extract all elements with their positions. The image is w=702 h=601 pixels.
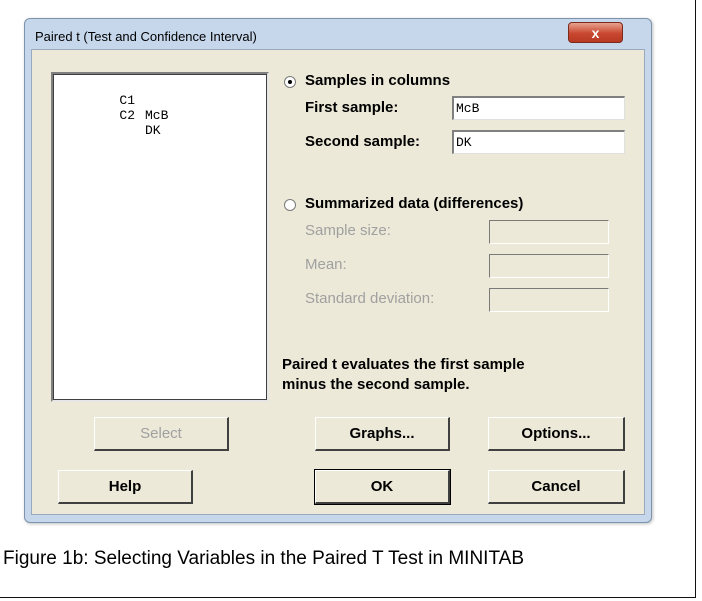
note-line-1: Paired t evaluates the first sample <box>282 356 525 373</box>
list-item[interactable]: C2 DK <box>57 93 160 153</box>
sample-size-label: Sample size: <box>305 222 391 239</box>
samples-in-columns-radio[interactable] <box>284 76 296 88</box>
standard-deviation-input[interactable] <box>489 288 609 312</box>
paired-t-dialog: Paired t (Test and Confidence Interval) … <box>24 18 652 523</box>
sample-size-input[interactable] <box>489 220 609 244</box>
variable-list[interactable]: C1 McB C2 DK <box>51 72 269 402</box>
variable-name: McB <box>145 108 169 123</box>
mean-label: Mean: <box>305 256 347 273</box>
samples-in-columns-label: Samples in columns <box>305 72 451 89</box>
help-note: Paired t evaluates the first sample minu… <box>282 355 525 395</box>
summarized-data-radio[interactable] <box>284 199 296 211</box>
first-sample-label: First sample: <box>305 99 399 116</box>
first-sample-input[interactable]: McB <box>452 96 625 120</box>
summarized-data-label: Summarized data (differences) <box>305 195 524 212</box>
mean-input[interactable] <box>489 254 609 278</box>
second-sample-input[interactable]: DK <box>452 130 625 154</box>
ok-button[interactable]: OK <box>314 469 451 505</box>
variable-column: C2 <box>119 108 136 123</box>
figure-caption: Figure 1b: Selecting Variables in the Pa… <box>3 548 524 569</box>
select-button[interactable]: Select <box>94 417 229 451</box>
close-button[interactable]: x <box>568 22 623 43</box>
options-button[interactable]: Options... <box>488 417 625 451</box>
help-button[interactable]: Help <box>58 470 193 504</box>
dialog-title: Paired t (Test and Confidence Interval) <box>35 29 257 44</box>
cancel-button[interactable]: Cancel <box>488 470 625 504</box>
variable-name: DK <box>145 123 161 138</box>
graphs-button[interactable]: Graphs... <box>315 417 450 451</box>
dialog-body: C1 McB C2 DK Samples in columns First sa… <box>31 49 645 515</box>
standard-deviation-label: Standard deviation: <box>305 290 435 307</box>
close-icon: x <box>591 24 600 41</box>
title-bar: Paired t (Test and Confidence Interval) … <box>25 19 651 49</box>
second-sample-label: Second sample: <box>305 133 421 150</box>
note-line-2: minus the second sample. <box>282 376 470 393</box>
